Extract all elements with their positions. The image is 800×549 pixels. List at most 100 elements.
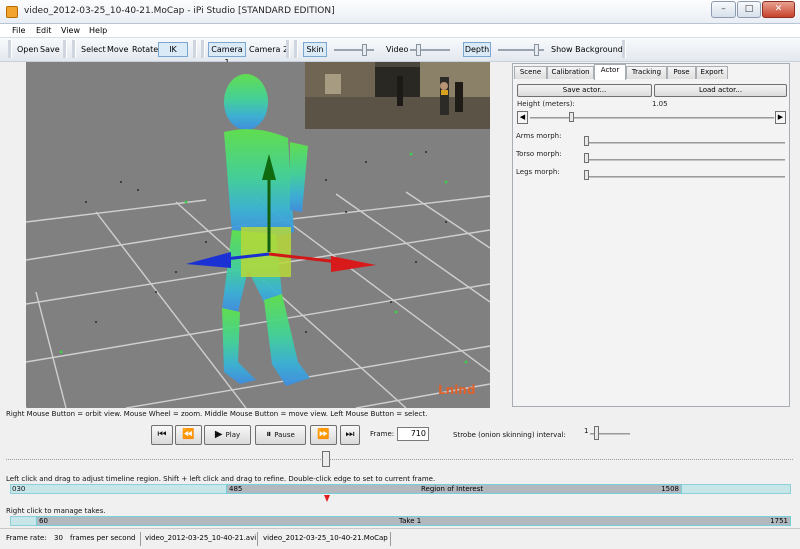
frame-rate-unit: frames per second <box>70 534 136 542</box>
region-start-value: 485 <box>229 485 243 493</box>
toolbar-grip <box>294 40 298 58</box>
gizmo-x-arrow[interactable] <box>331 256 376 272</box>
play-button[interactable]: ▶ Play <box>204 425 251 445</box>
take-1[interactable]: 60 Take 1 1751 <box>36 516 791 526</box>
menu-edit[interactable]: Edit <box>36 26 52 35</box>
menu-bar: File Edit View Help <box>0 24 800 38</box>
open-button[interactable]: Open <box>17 45 38 54</box>
video-frame <box>305 62 490 129</box>
arms-morph-slider[interactable] <box>585 142 785 144</box>
region-label: Region of Interest <box>421 485 484 493</box>
arms-morph-thumb[interactable] <box>584 136 589 146</box>
step-back-button[interactable]: ⏪ <box>175 425 202 445</box>
strobe-label: Strobe (onion skinning) interval: <box>453 431 566 439</box>
close-button[interactable]: ✕ <box>762 1 795 18</box>
save-button[interactable]: Save <box>40 45 60 54</box>
timeline-scrubber-thumb[interactable] <box>322 451 330 467</box>
ik-toggle-button[interactable]: IK <box>158 42 188 57</box>
tab-calibration[interactable]: Calibration <box>547 66 594 79</box>
video-opacity-slider[interactable] <box>410 44 450 56</box>
tab-export[interactable]: Export <box>696 66 728 79</box>
app-icon <box>6 6 18 18</box>
frame-label: Frame: <box>370 430 395 438</box>
toolbar: Open Save Select Move Rotate IK Camera 1… <box>0 38 800 67</box>
load-actor-button[interactable]: Load actor... <box>654 84 787 97</box>
timeline-start-value: 030 <box>12 485 26 493</box>
move-tool-button[interactable]: Move <box>107 45 128 54</box>
slider-thumb[interactable] <box>416 44 421 56</box>
show-background-toggle[interactable]: Show Background <box>551 45 623 54</box>
status-bar: Frame rate: 30 frames per second video_2… <box>0 528 800 549</box>
video-file-name: video_2012-03-25_10-40-21.avi <box>145 534 257 542</box>
toolbar-grip <box>8 40 12 58</box>
tab-scene[interactable]: Scene <box>514 66 547 79</box>
legs-morph-slider[interactable] <box>585 176 785 178</box>
height-increase-button[interactable]: ▶ <box>775 111 786 124</box>
torso-morph-slider[interactable] <box>585 159 785 161</box>
camera1-button[interactable]: Camera 1 <box>208 42 246 67</box>
save-actor-button[interactable]: Save actor... <box>517 84 652 97</box>
maximize-button[interactable]: □ <box>737 1 761 18</box>
tab-tracking[interactable]: Tracking <box>626 66 667 79</box>
skin-opacity-slider[interactable] <box>334 44 374 56</box>
depth-toggle[interactable]: Depth <box>463 42 491 57</box>
pause-button[interactable]: ⏸ Pause <box>255 425 306 445</box>
region-end-value: 1508 <box>661 485 679 493</box>
step-forward-button[interactable]: ⏩ <box>310 425 337 445</box>
height-slider-thumb[interactable] <box>569 112 575 122</box>
title-bar: video_2012-03-25_10-40-21.MoCap - iPi St… <box>0 0 800 24</box>
region-of-interest[interactable]: 485 Region of Interest 1508 <box>226 484 682 494</box>
status-separator <box>257 532 258 546</box>
toolbar-grip <box>72 40 76 58</box>
mocap-file-name: video_2012-03-25_10-40-21.MoCap <box>263 534 388 542</box>
height-value: 1.05 <box>652 100 668 108</box>
takes-hint: Right click to manage takes. <box>6 507 106 515</box>
arms-morph-label: Arms morph: <box>516 132 562 140</box>
go-to-end-button[interactable]: ⏭ <box>340 425 360 445</box>
timeline-scrubber[interactable] <box>6 459 793 460</box>
gizmo-z-arrow[interactable] <box>186 252 231 268</box>
region-hint: Left click and drag to adjust timeline r… <box>6 475 436 483</box>
brand-watermark: Lnlnd <box>438 383 476 397</box>
pause-label: Pause <box>274 431 295 439</box>
torso-morph-thumb[interactable] <box>584 153 589 163</box>
strobe-value: 1 <box>584 427 589 435</box>
torso-morph-label: Torso morph: <box>516 150 562 158</box>
legs-morph-thumb[interactable] <box>584 170 589 180</box>
video-toggle[interactable]: Video <box>386 45 408 54</box>
tab-pose[interactable]: Pose <box>667 66 696 79</box>
play-label: Play <box>225 431 241 439</box>
window-title: video_2012-03-25_10-40-21.MoCap - iPi St… <box>24 6 335 16</box>
menu-view[interactable]: View <box>61 26 80 35</box>
actor-panel <box>512 63 790 407</box>
menu-file[interactable]: File <box>12 26 25 35</box>
skin-toggle[interactable]: Skin <box>303 42 327 57</box>
toolbar-separator <box>193 40 197 58</box>
rotate-tool-button[interactable]: Rotate <box>132 45 158 54</box>
go-to-start-button[interactable]: ⏮ <box>151 425 173 445</box>
toolbar-separator <box>63 40 67 58</box>
gizmo-box[interactable] <box>241 227 291 277</box>
frame-rate-label: Frame rate: <box>6 534 47 542</box>
take-label: Take 1 <box>399 517 422 525</box>
select-tool-button[interactable]: Select <box>81 45 106 54</box>
current-frame-marker <box>324 495 330 502</box>
depth-opacity-slider[interactable] <box>498 44 544 56</box>
camera2-button[interactable]: Camera 2 <box>249 45 288 54</box>
status-separator <box>390 532 391 546</box>
status-separator <box>140 532 141 546</box>
take-end-value: 1751 <box>770 517 788 525</box>
mouse-hint: Right Mouse Button = orbit view. Mouse W… <box>6 410 428 418</box>
height-slider[interactable] <box>530 117 774 119</box>
minimize-button[interactable]: – <box>711 1 736 18</box>
camera-video-thumbnail <box>305 62 490 129</box>
legs-morph-label: Legs morph: <box>516 168 560 176</box>
height-decrease-button[interactable]: ◀ <box>517 111 528 124</box>
menu-help[interactable]: Help <box>89 26 107 35</box>
strobe-slider-thumb[interactable] <box>594 426 599 440</box>
slider-thumb[interactable] <box>534 44 539 56</box>
tab-actor[interactable]: Actor <box>594 64 626 80</box>
toolbar-separator <box>286 40 290 58</box>
slider-thumb[interactable] <box>362 44 367 56</box>
frame-input[interactable]: 710 <box>397 427 429 441</box>
